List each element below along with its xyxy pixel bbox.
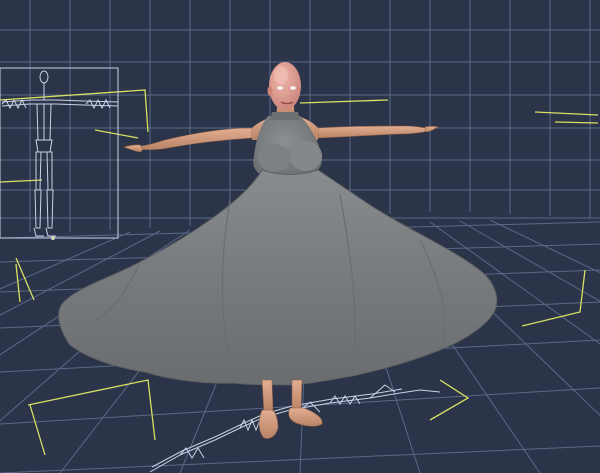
3d-viewport[interactable] [0, 0, 600, 473]
left-leg [261, 379, 274, 413]
ear [267, 86, 273, 96]
viewport-canvas[interactable] [0, 0, 600, 473]
bust-left [258, 144, 290, 172]
bust-right [290, 141, 322, 171]
right-leg [291, 379, 303, 411]
skeleton-origin-marker [50, 235, 56, 241]
right-eye [290, 86, 296, 90]
head-highlight [274, 66, 288, 84]
left-foot [258, 409, 279, 439]
left-eye [277, 86, 283, 90]
dress-halter-strap [270, 112, 300, 120]
